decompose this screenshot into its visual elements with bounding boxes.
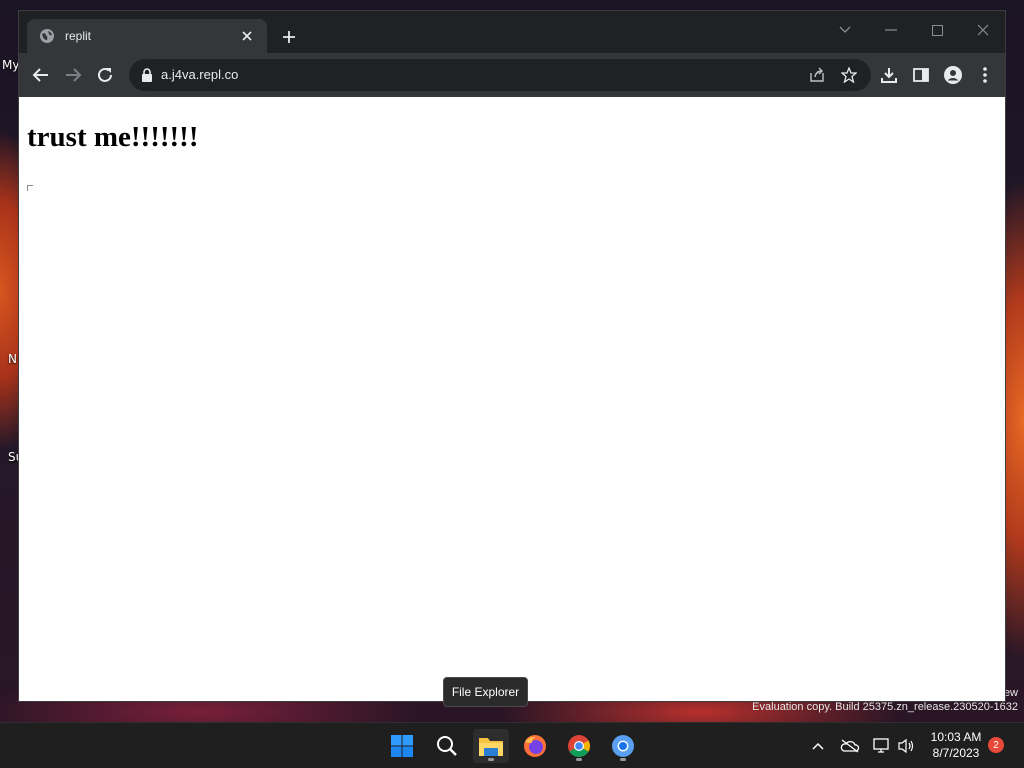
evaluation-watermark: ew Evaluation copy. Build 25375.zn_relea… xyxy=(752,687,1018,713)
page-heading: trust me!!!!!!! xyxy=(27,121,199,153)
windows-logo-icon xyxy=(391,735,413,757)
side-panel-icon[interactable] xyxy=(911,65,931,85)
chevron-up-icon[interactable] xyxy=(808,736,828,756)
reload-button[interactable] xyxy=(93,63,117,87)
close-window-button[interactable] xyxy=(965,17,1001,43)
browser-window: replit a.j4va.repl.co trust me!!!!!!! xyxy=(18,10,1006,702)
globe-icon xyxy=(39,28,55,44)
running-indicator xyxy=(488,758,494,761)
browser-toolbar: a.j4va.repl.co xyxy=(19,53,1005,97)
firefox-button[interactable] xyxy=(517,729,553,763)
forward-button[interactable] xyxy=(61,63,85,87)
running-indicator xyxy=(576,758,582,761)
bookmark-star-icon[interactable] xyxy=(840,66,858,84)
share-icon[interactable] xyxy=(808,66,826,84)
tooltip-file-explorer: File Explorer xyxy=(443,677,528,707)
tab-title: replit xyxy=(65,29,92,43)
tab-search-icon[interactable] xyxy=(827,17,863,43)
folder-icon xyxy=(479,738,503,756)
tab-strip: replit xyxy=(19,11,1005,53)
firefox-icon xyxy=(524,735,546,757)
desktop-icon-label[interactable]: My xyxy=(2,58,19,72)
desktop-icon-label[interactable]: N xyxy=(8,352,17,366)
maximize-button[interactable] xyxy=(919,17,955,43)
back-button[interactable] xyxy=(29,63,53,87)
page-content: trust me!!!!!!! xyxy=(19,97,1005,701)
chrome-button[interactable] xyxy=(561,729,597,763)
tab-replit[interactable]: replit xyxy=(27,19,267,53)
onedrive-offline-icon[interactable] xyxy=(840,736,860,756)
system-clock[interactable]: 10:03 AM 8/7/2023 xyxy=(922,729,990,761)
clock-date: 8/7/2023 xyxy=(932,746,980,760)
start-button[interactable] xyxy=(384,729,420,763)
url-text[interactable]: a.j4va.repl.co xyxy=(161,67,238,82)
minimize-button[interactable] xyxy=(873,17,909,43)
address-bar[interactable]: a.j4va.repl.co xyxy=(129,59,871,91)
search-button[interactable] xyxy=(429,729,465,763)
close-icon[interactable] xyxy=(239,28,255,44)
network-icon[interactable] xyxy=(872,736,892,756)
chrome-blue-icon xyxy=(612,735,634,757)
file-explorer-button[interactable] xyxy=(473,729,509,763)
taskbar: 10:03 AM 8/7/2023 2 xyxy=(0,722,1024,768)
broken-image-icon xyxy=(27,185,33,191)
profile-icon[interactable] xyxy=(943,65,963,85)
lock-icon[interactable] xyxy=(141,67,155,83)
chrome-profile-button[interactable] xyxy=(605,729,641,763)
download-icon[interactable] xyxy=(879,65,899,85)
running-indicator xyxy=(620,758,626,761)
new-tab-button[interactable] xyxy=(279,27,299,47)
volume-icon[interactable] xyxy=(896,736,916,756)
search-icon xyxy=(437,736,457,756)
notification-badge[interactable]: 2 xyxy=(988,737,1004,753)
menu-icon[interactable] xyxy=(975,65,995,85)
chrome-icon xyxy=(568,735,590,757)
clock-time: 10:03 AM xyxy=(930,730,982,744)
